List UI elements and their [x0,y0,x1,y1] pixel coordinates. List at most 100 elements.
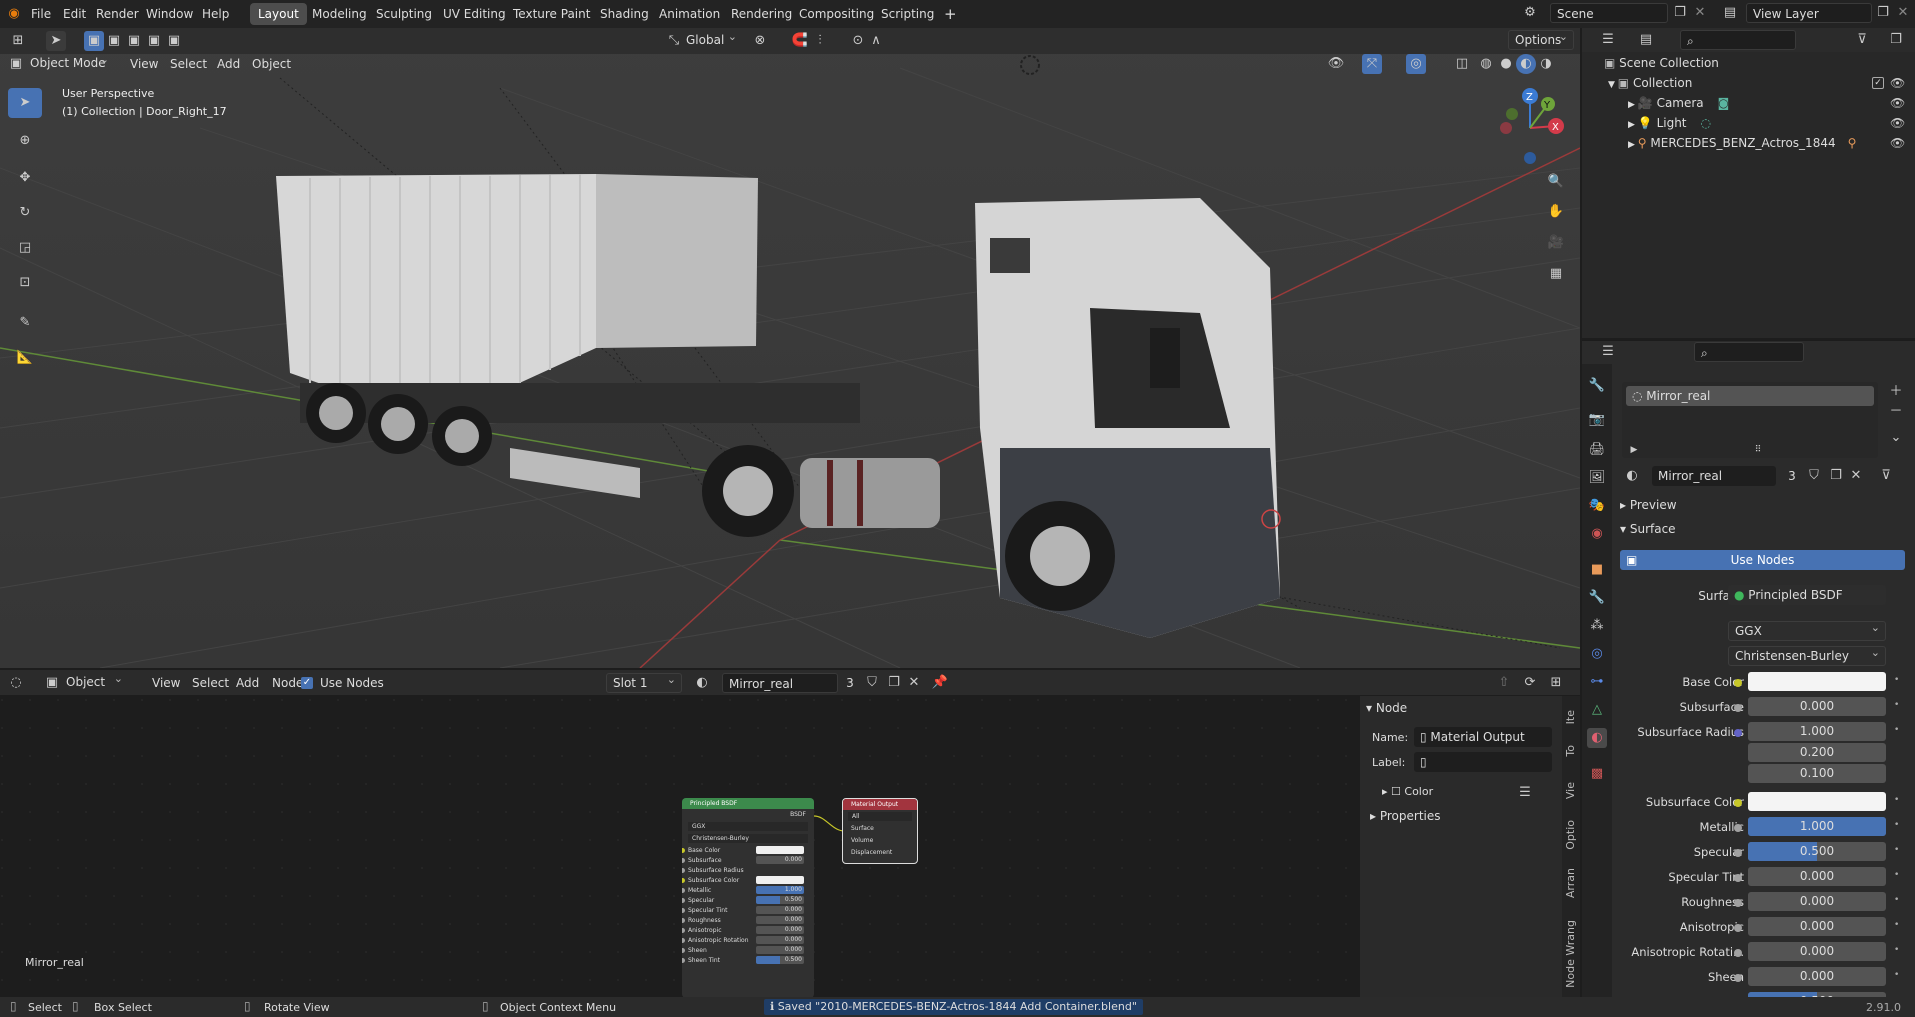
viewport-menu-select[interactable]: Select [164,54,213,74]
material-fake-user-icon[interactable]: ⛉ [1804,466,1824,486]
use-nodes-checkbox[interactable]: ✓ [301,677,313,689]
add-slot-icon[interactable]: ＋ [1886,382,1906,402]
node-color-toggle[interactable]: ▸ ☐ Color [1382,785,1433,798]
socket-dot-0[interactable] [1734,679,1742,687]
socket-dot-9[interactable] [1734,899,1742,907]
tab-shading[interactable]: Shading [592,3,657,25]
prop-field-12[interactable]: 0.000 [1748,967,1886,986]
prop-field-0[interactable] [1748,672,1886,691]
socket-dot-2[interactable] [1734,729,1742,737]
menu-render[interactable]: Render [90,4,145,24]
output-target-dropdown[interactable]: All [848,812,912,821]
prop-field-2[interactable]: 1.000 [1748,722,1886,741]
tab-material-icon[interactable]: ◐ [1587,728,1607,748]
material-users-count[interactable]: 3 [842,673,858,693]
socket-dot-12[interactable] [1734,974,1742,982]
socket-dot-10[interactable] [1734,924,1742,932]
tab-constraints-icon[interactable]: ⊶ [1587,672,1607,692]
tab-output-icon[interactable]: 🖨 [1587,440,1607,460]
sidebar-tab-arrange[interactable]: Arran [1564,868,1577,898]
scene-copy-icon[interactable]: ❐ [1670,3,1690,23]
bsdf-socket-7[interactable] [682,918,685,923]
view-layer-icon[interactable]: ▤ [1720,3,1740,23]
collection-visibility-eye-icon[interactable]: 👁 [1890,76,1905,90]
menu-file[interactable]: File [25,4,57,24]
material-datablock-field[interactable]: Mirror_real [1652,466,1776,486]
menu-help[interactable]: Help [196,4,235,24]
bsdf-row-value-7[interactable]: 0.000 [756,916,804,924]
tab-uv-editing[interactable]: UV Editing [435,3,514,25]
shading-wireframe-icon[interactable]: ◍ [1476,54,1496,74]
preview-panel-header[interactable]: ▸ Preview [1620,498,1677,512]
object-mode-dropdown[interactable]: Object Mode [24,51,114,74]
tab-view-layer-icon[interactable]: 🖼 [1587,468,1607,488]
pan-hand-icon[interactable]: ✋ [1546,202,1566,222]
material-browse-type-icon[interactable]: ⊽ [1876,466,1896,486]
bsdf-socket-3[interactable] [682,878,685,883]
subsurface-method-dropdown[interactable]: Christensen-Burley [1728,644,1886,666]
outliner-display-mode-icon[interactable]: ▤ [1636,30,1656,50]
menu-edit[interactable]: Edit [57,4,92,24]
viewport[interactable] [0,28,1580,668]
perspective-grid-icon[interactable]: ▦ [1546,264,1566,284]
tab-world-icon[interactable]: ◉ [1587,524,1607,544]
light-expand-icon[interactable]: ▶ [1628,120,1638,130]
distribution-dropdown[interactable]: GGX [1728,619,1886,641]
outliner-scene-collection[interactable]: ▣ Scene Collection [1604,53,1719,73]
prop-field-9[interactable]: 0.000 [1748,892,1886,911]
bsdf-row-11[interactable]: Sheen Tint 0.500 [682,956,808,965]
proportional-edit-icon[interactable]: ⊙ [848,31,868,51]
view-layer-close-icon[interactable]: ✕ [1893,3,1913,23]
viewport-menu-view[interactable]: View [124,54,164,74]
annotate-tool-icon[interactable]: ✎ [12,310,38,336]
view-layer-copy-icon[interactable]: ❐ [1873,3,1893,23]
bsdf-socket-2[interactable] [682,868,685,873]
options-dropdown[interactable]: Options [1508,28,1574,50]
node-editor-type-icon[interactable]: ◌ [6,673,26,693]
bsdf-socket-6[interactable] [682,908,685,913]
camera-expand-icon[interactable]: ▶ [1628,100,1638,110]
tab-animation[interactable]: Animation [651,3,728,25]
truck-modifier-icon[interactable]: ⚲ [1848,136,1857,150]
prop-field-7[interactable]: 0.500 [1748,842,1886,861]
socket-dot-7[interactable] [1734,849,1742,857]
tab-compositing[interactable]: Compositing [791,3,882,25]
bsdf-color-swatch-3[interactable] [756,876,804,884]
bsdf-row-4[interactable]: Metallic 1.000 [682,886,808,895]
viewport-menu-add[interactable]: Add [211,54,246,74]
outliner-search-input[interactable]: ⌕ [1680,30,1796,50]
bsdf-socket-0[interactable] [682,848,685,853]
prop-field-4[interactable]: 0.100 [1748,764,1886,783]
material-duplicate-icon[interactable]: ❐ [1826,466,1846,486]
camera-view-icon[interactable]: 🎥 [1546,233,1566,253]
slot-specials-icon[interactable]: ⌄ [1886,428,1906,448]
overlays-icon[interactable]: ◎ [1406,54,1426,74]
bsdf-color-swatch-0[interactable] [756,846,804,854]
bsdf-row-value-6[interactable]: 0.000 [756,906,804,914]
unlink-material-icon[interactable]: ✕ [904,673,924,693]
prop-field-10[interactable]: 0.000 [1748,917,1886,936]
scale-tool-icon[interactable]: ◲ [12,235,38,261]
node-color-list-icon[interactable]: ☰ [1515,783,1535,803]
tab-scene-icon[interactable]: 🎭 [1587,496,1607,516]
prop-field-1[interactable]: 0.000 [1748,697,1886,716]
truck-visibility-eye-icon[interactable]: 👁 [1890,136,1905,150]
bsdf-socket-1[interactable] [682,858,685,863]
tab-texture-icon[interactable]: ▩ [1587,764,1607,784]
snap-target-icon[interactable]: ⫶ [810,31,830,51]
keyframe-dot-0[interactable]: • [1894,675,1899,685]
outliner-item-light[interactable]: ▶ 💡 Light ◌ [1628,113,1711,133]
tab-layout[interactable]: Layout [250,3,307,25]
pin-icon[interactable]: 📌 [930,673,950,693]
node-menu-select[interactable]: Select [186,673,235,693]
material-name-field[interactable]: Mirror_real [722,673,838,693]
add-workspace-button[interactable]: + [936,3,965,25]
rotate-tool-icon[interactable]: ↻ [12,200,38,226]
socket-dot-1[interactable] [1734,704,1742,712]
bsdf-row-value-10[interactable]: 0.000 [756,946,804,954]
fake-user-icon[interactable]: ⛉ [862,673,882,693]
light-data-icon[interactable]: ◌ [1701,116,1711,130]
bsdf-socket-5[interactable] [682,898,685,903]
prop-field-3[interactable]: 0.200 [1748,743,1886,762]
prop-field-11[interactable]: 0.000 [1748,942,1886,961]
